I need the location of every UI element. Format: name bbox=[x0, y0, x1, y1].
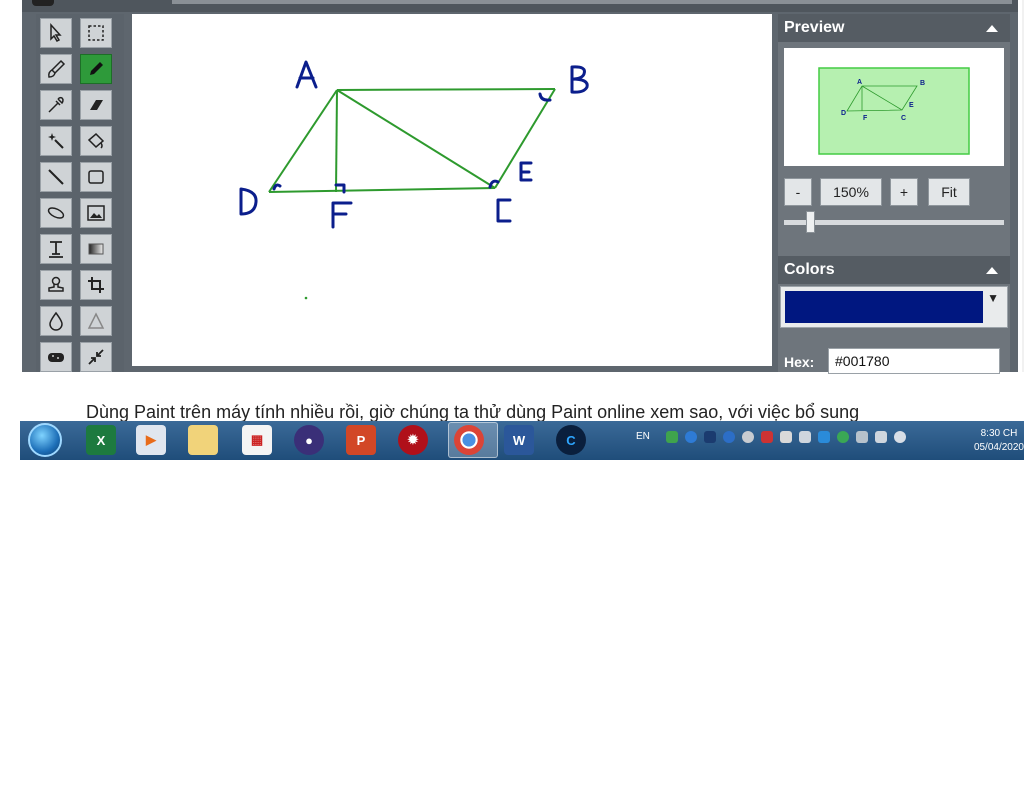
chrome-icon[interactable] bbox=[454, 425, 484, 455]
gradient-icon[interactable] bbox=[80, 234, 112, 264]
tray-network-icon[interactable] bbox=[666, 431, 678, 443]
top-bar-line bbox=[172, 0, 1012, 4]
text-icon[interactable] bbox=[40, 234, 72, 264]
excel-icon[interactable]: X bbox=[86, 425, 116, 455]
svg-text:D: D bbox=[841, 110, 846, 117]
tray-update-icon[interactable] bbox=[894, 431, 906, 443]
colors-header[interactable]: Colors bbox=[778, 254, 1010, 284]
dropdown-arrow-icon[interactable]: ▼ bbox=[987, 291, 999, 305]
segment-ac bbox=[336, 89, 496, 189]
svg-text:C: C bbox=[901, 115, 906, 122]
zoom-out-button[interactable]: - bbox=[784, 178, 812, 206]
app-top-strip bbox=[22, 0, 1018, 12]
clock-date: 05/04/2020 bbox=[973, 442, 1024, 453]
select-arrow-icon[interactable] bbox=[40, 18, 72, 48]
label-e bbox=[519, 161, 533, 182]
zoom-in-button[interactable]: + bbox=[890, 178, 918, 206]
tray-grid-icon[interactable] bbox=[704, 431, 716, 443]
security-icon[interactable]: ✹ bbox=[398, 425, 428, 455]
line-icon[interactable] bbox=[40, 162, 72, 192]
rect-select-icon[interactable] bbox=[80, 18, 112, 48]
drawing-canvas[interactable] bbox=[132, 14, 772, 366]
segment-da bbox=[268, 89, 338, 193]
clock[interactable]: 8:30 CH 05/04/2020 bbox=[974, 427, 1024, 455]
segment-ab bbox=[336, 88, 556, 91]
shrink-icon[interactable] bbox=[80, 342, 112, 372]
side-panel: Preview A B D F CE - 150% + Fit Colors ▼ Hex… bbox=[778, 14, 1010, 374]
screenshot-area: Preview ABDFCE - 150% + Fit Colors ▼ Hex… bbox=[10, 0, 1024, 460]
label-c bbox=[496, 198, 512, 223]
sharpen-icon[interactable] bbox=[80, 306, 112, 336]
tray-fx-icon[interactable] bbox=[818, 431, 830, 443]
angle-mark-d bbox=[272, 183, 282, 191]
tray-app-icon[interactable] bbox=[685, 431, 697, 443]
current-color-swatch[interactable] bbox=[785, 291, 983, 323]
file-explorer-icon[interactable] bbox=[188, 425, 218, 455]
tray-flag-icon[interactable] bbox=[780, 431, 792, 443]
ccleaner-icon[interactable]: C bbox=[556, 425, 586, 455]
svg-text:F: F bbox=[863, 115, 868, 122]
blur-icon[interactable] bbox=[40, 306, 72, 336]
hex-label: Hex: bbox=[784, 354, 815, 370]
app-grid-icon[interactable]: ▦ bbox=[242, 425, 272, 455]
tray-signal-icon[interactable] bbox=[856, 431, 868, 443]
zoom-slider-track[interactable] bbox=[784, 220, 1004, 225]
tray-volume-icon[interactable] bbox=[799, 431, 811, 443]
stamp-icon[interactable] bbox=[40, 270, 72, 300]
powerpoint-icon[interactable]: P bbox=[346, 425, 376, 455]
tray-power-icon[interactable] bbox=[875, 431, 887, 443]
collapse-arrow-icon[interactable] bbox=[986, 25, 998, 32]
ellipse-icon[interactable] bbox=[40, 198, 72, 228]
svg-text:A: A bbox=[857, 79, 862, 86]
zoom-level-field[interactable]: 150% bbox=[820, 178, 882, 206]
color-picker-icon[interactable] bbox=[40, 90, 72, 120]
brush-icon[interactable] bbox=[40, 54, 72, 84]
toolbox bbox=[36, 14, 124, 372]
svg-text:B: B bbox=[920, 80, 925, 87]
color-selector[interactable]: ▼ bbox=[780, 286, 1008, 328]
tray-sync-icon[interactable] bbox=[723, 431, 735, 443]
segment-af bbox=[335, 89, 338, 193]
angle-mark-b bbox=[538, 92, 552, 102]
crop-icon[interactable] bbox=[80, 270, 112, 300]
menu-stub[interactable] bbox=[32, 0, 54, 6]
magic-wand-icon[interactable] bbox=[40, 126, 72, 156]
colors-title: Colors bbox=[784, 261, 835, 278]
sponge-icon[interactable] bbox=[40, 342, 72, 372]
eraser-icon[interactable] bbox=[80, 90, 112, 120]
tray-eye-icon[interactable] bbox=[742, 431, 754, 443]
preview-title: Preview bbox=[784, 19, 845, 36]
preview-header[interactable]: Preview bbox=[778, 14, 1010, 42]
teams-icon[interactable]: ● bbox=[294, 425, 324, 455]
media-player-icon[interactable]: ▶ bbox=[136, 425, 166, 455]
fill-bucket-icon[interactable] bbox=[80, 126, 112, 156]
word-icon[interactable]: W bbox=[504, 425, 534, 455]
collapse-arrow-icon[interactable] bbox=[986, 267, 998, 274]
fit-button[interactable]: Fit bbox=[928, 178, 970, 206]
article-caption: Dùng Paint trên máy tính nhiều rồi, giờ … bbox=[86, 402, 860, 422]
label-f bbox=[331, 201, 353, 229]
tray-shield-icon[interactable] bbox=[837, 431, 849, 443]
pencil-icon[interactable] bbox=[80, 54, 112, 84]
label-a bbox=[295, 60, 318, 89]
hex-input[interactable]: #001780 bbox=[828, 348, 1000, 374]
language-indicator[interactable]: EN bbox=[636, 431, 650, 442]
geometry-drawing bbox=[239, 60, 589, 300]
segment-dc bbox=[268, 187, 496, 193]
label-d bbox=[239, 187, 258, 216]
windows-taskbar: X ▶ ▦ ● P ✹ W C EN 8:30 CH 05/04/2020 bbox=[20, 421, 1024, 460]
stray-dot bbox=[304, 296, 308, 300]
system-tray bbox=[666, 431, 906, 449]
label-b bbox=[570, 65, 589, 94]
zoom-slider-handle[interactable] bbox=[806, 211, 815, 233]
clock-time: 8:30 CH bbox=[980, 428, 1018, 439]
preview-thumbnail[interactable]: A B D F CE bbox=[784, 48, 1004, 166]
rectangle-icon[interactable] bbox=[80, 162, 112, 192]
start-button[interactable] bbox=[28, 423, 62, 457]
svg-text:E: E bbox=[909, 102, 914, 109]
image-icon[interactable] bbox=[80, 198, 112, 228]
tray-v-icon[interactable] bbox=[761, 431, 773, 443]
